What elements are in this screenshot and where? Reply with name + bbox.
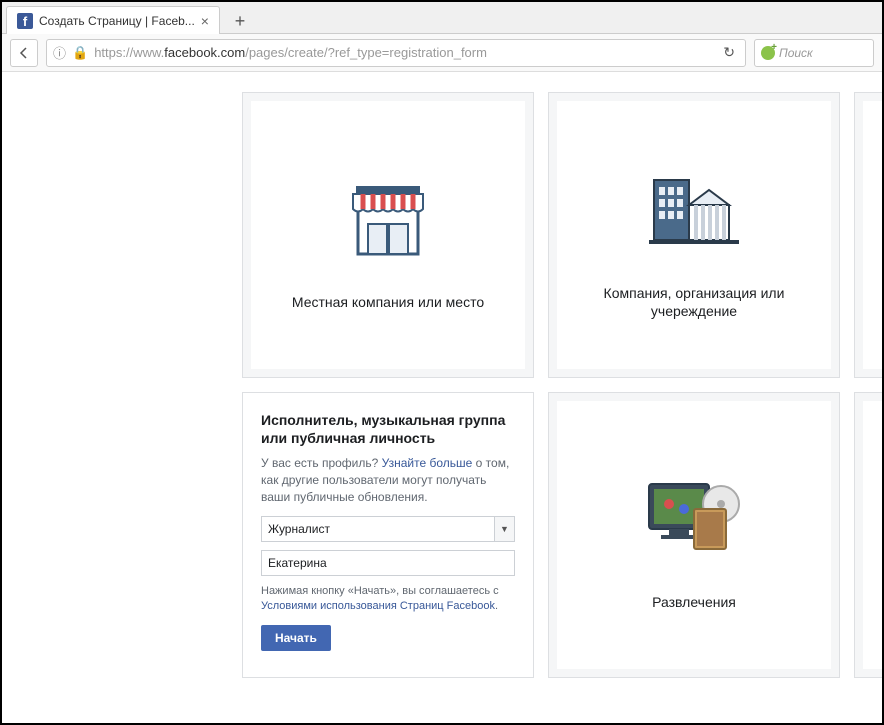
url-text: https://www.facebook.com/pages/create/?r… [94,45,713,60]
browser-window: f Создать Страницу | Faceb... × + ⓘ 🔒 ht… [0,0,884,725]
info-icon[interactable]: ⓘ [53,43,66,62]
terms-text: Нажимая кнопку «Начать», вы соглашаетесь… [261,584,515,615]
chevron-down-icon: ▼ [494,517,514,541]
search-bar[interactable]: Поиск [754,39,874,67]
select-value: Журналист [268,522,330,536]
card-partial-2[interactable] [854,392,882,678]
card-title: Местная компания или место [292,293,484,311]
nav-bar: ⓘ 🔒 https://www.facebook.com/pages/creat… [2,34,882,72]
facebook-favicon: f [17,13,33,29]
terms-link[interactable]: Условиями использования Страниц Facebook [261,600,495,612]
card-company[interactable]: Компания, организация или учереждение [548,92,840,378]
storefront-icon [333,159,443,269]
search-placeholder: Поиск [779,46,813,60]
start-button[interactable]: Начать [261,625,331,651]
card-heading: Исполнитель, музыкальная группа или публ… [261,411,515,447]
arrow-left-icon [17,46,31,60]
close-tab-icon[interactable]: × [201,13,209,29]
learn-more-link[interactable]: Узнайте больше [382,456,473,470]
category-select[interactable]: Журналист ▼ [261,516,515,542]
tab-title: Создать Страницу | Faceb... [39,14,195,28]
card-partial-1[interactable] [854,92,882,378]
browser-tab[interactable]: f Создать Страницу | Faceb... × [6,6,220,34]
back-button[interactable] [10,39,38,67]
card-entertainment[interactable]: Развлечения [548,392,840,678]
card-local-business[interactable]: Местная компания или место [242,92,534,378]
url-bar[interactable]: ⓘ 🔒 https://www.facebook.com/pages/creat… [46,39,746,67]
card-title: Развлечения [652,593,736,611]
new-tab-button[interactable]: + [226,9,254,33]
card-artist-expanded: Исполнитель, музыкальная группа или публ… [242,392,534,678]
category-grid: Местная компания или место [242,92,882,678]
tab-bar: f Создать Страницу | Faceb... × + [2,2,882,34]
entertainment-icon [639,459,749,569]
page-content: Местная компания или место [2,72,882,723]
name-input[interactable] [261,550,515,576]
buildings-icon [639,150,749,260]
search-engine-icon [761,46,775,60]
card-subtext: У вас есть профиль? Узнайте больше о том… [261,455,515,505]
card-title: Компания, организация или учереждение [569,284,819,320]
lock-icon: 🔒 [72,45,88,61]
reload-button[interactable]: ↻ [719,44,739,61]
